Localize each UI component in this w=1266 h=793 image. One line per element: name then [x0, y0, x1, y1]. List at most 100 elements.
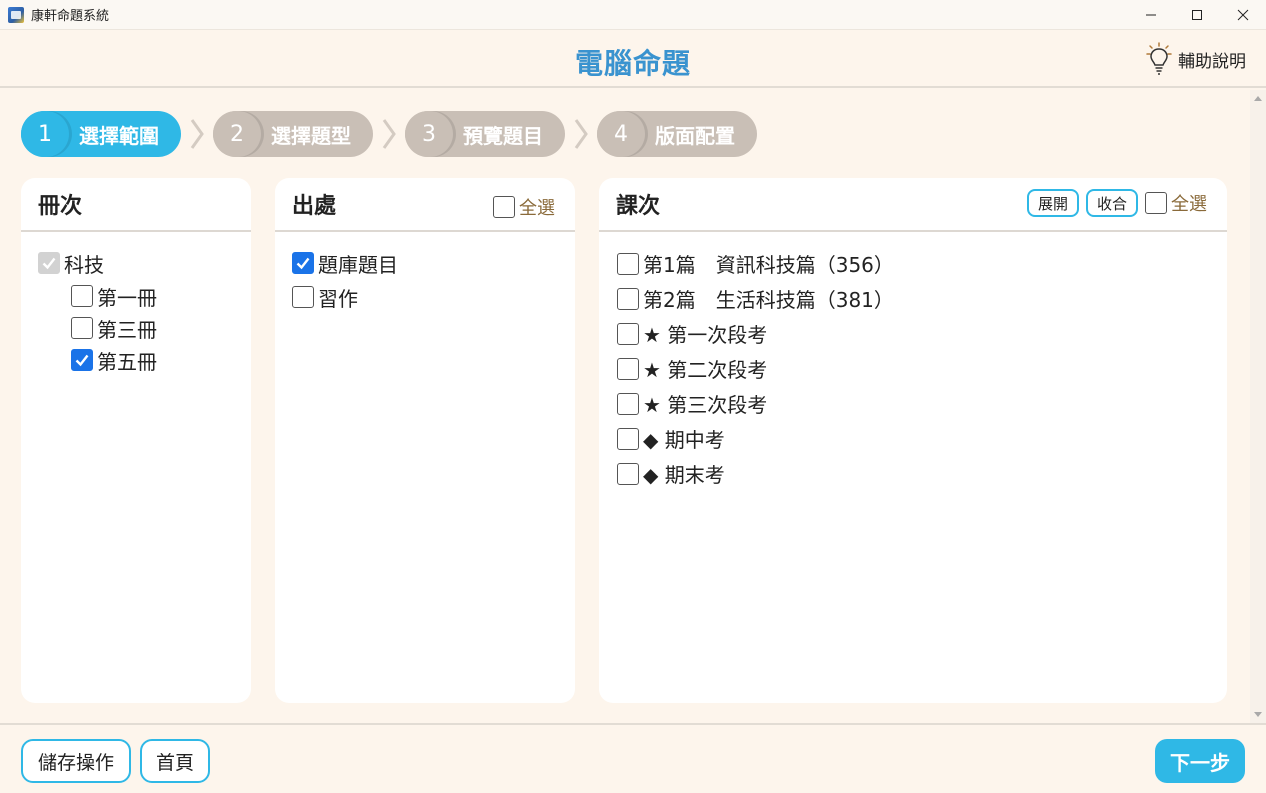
help-label: 輔助說明 [1178, 51, 1246, 72]
step-number: 3 [405, 111, 453, 157]
lesson-panel: 課次 展開 收合 全選 第1篇 資訊科技篇（356） 第2篇 生活科技篇（381… [599, 178, 1227, 703]
save-operation-button[interactable]: 儲存操作 [21, 739, 131, 783]
checkbox-checked[interactable] [71, 349, 93, 371]
lesson-item[interactable]: ★ 第一次段考 [617, 316, 1227, 351]
lesson-item[interactable]: 第2篇 生活科技篇（381） [617, 281, 1227, 316]
app-logo-icon [8, 6, 24, 23]
step-label: 選擇題型 [271, 123, 351, 148]
checkbox[interactable] [617, 462, 639, 485]
panel-header: 課次 展開 收合 全選 [599, 178, 1227, 232]
checkbox[interactable] [71, 285, 93, 307]
window-titlebar: 康軒命題系統 [0, 0, 1266, 30]
chevron-right-icon [181, 111, 213, 157]
step-number: 1 [21, 111, 69, 157]
checkbox-label: ★ 第一次段考 [643, 323, 768, 347]
lesson-item[interactable]: ◆ 期末考 [617, 456, 1227, 491]
select-all-lessons[interactable]: 全選 [1145, 190, 1207, 216]
close-icon [1237, 9, 1249, 21]
checkbox-label: 第三冊 [97, 317, 157, 342]
home-button[interactable]: 首頁 [140, 739, 210, 783]
checkbox-label: 第一冊 [97, 285, 157, 310]
volume-item[interactable]: 第一冊 [38, 280, 251, 312]
next-step-button[interactable]: 下一步 [1155, 739, 1245, 783]
maximize-button[interactable] [1174, 0, 1220, 30]
checkbox-disabled [38, 252, 60, 274]
checkmark-icon [42, 257, 56, 270]
chevron-right-icon [373, 111, 405, 157]
lesson-list: 第1篇 資訊科技篇（356） 第2篇 生活科技篇（381） ★ 第一次段考 ★ … [599, 232, 1227, 491]
select-all-sources[interactable]: 全選 [493, 194, 555, 220]
lesson-item[interactable]: ★ 第三次段考 [617, 386, 1227, 421]
expand-button[interactable]: 展開 [1026, 189, 1079, 217]
source-list: 題庫題目 習作 [275, 232, 575, 314]
panel-header: 冊次 [21, 178, 251, 232]
step-label: 預覽題目 [463, 123, 543, 148]
checkbox-label: 題庫題目 [318, 252, 398, 277]
scroll-up-icon[interactable] [1254, 96, 1262, 101]
step-label: 選擇範圍 [79, 123, 159, 148]
checkmark-icon [75, 354, 89, 367]
window-controls [1128, 0, 1266, 30]
checkbox-label: ★ 第三次段考 [643, 393, 768, 417]
minimize-icon [1146, 14, 1156, 16]
panel-title: 課次 [616, 194, 661, 219]
checkmark-icon [296, 257, 310, 270]
checkbox-label: 第1篇 資訊科技篇（356） [643, 253, 894, 277]
page-footer: 儲存操作 首頁 下一步 [0, 723, 1266, 793]
step-label: 版面配置 [655, 123, 735, 148]
checkbox[interactable] [617, 427, 639, 450]
lightbulb-icon [1146, 42, 1172, 75]
chevron-right-icon [565, 111, 597, 157]
step-select-type[interactable]: 2 選擇題型 [213, 111, 373, 157]
select-all-label: 全選 [1171, 194, 1207, 215]
lesson-item[interactable]: 第1篇 資訊科技篇（356） [617, 246, 1227, 281]
volume-panel: 冊次 科技 第一冊 第三冊 第五冊 [21, 178, 251, 703]
lesson-item[interactable]: ★ 第二次段考 [617, 351, 1227, 386]
collapse-button[interactable]: 收合 [1085, 189, 1138, 217]
panel-header: 出處 全選 [275, 178, 575, 232]
select-all-label: 全選 [519, 198, 555, 219]
window-title: 康軒命題系統 [31, 9, 110, 24]
checkbox[interactable] [71, 317, 93, 339]
step-preview[interactable]: 3 預覽題目 [405, 111, 565, 157]
checkbox[interactable] [292, 286, 314, 308]
minimize-button[interactable] [1128, 0, 1174, 30]
volume-item[interactable]: 第三冊 [38, 312, 251, 344]
checkbox-label: ◆ 期末考 [643, 463, 725, 487]
maximize-icon [1192, 10, 1202, 20]
panel-title: 冊次 [38, 194, 83, 219]
step-number: 4 [597, 111, 645, 157]
checkbox[interactable] [617, 392, 639, 415]
step-layout[interactable]: 4 版面配置 [597, 111, 757, 157]
checkbox-label: ◆ 期中考 [643, 428, 725, 452]
volume-item[interactable]: 第五冊 [38, 344, 251, 376]
checkbox[interactable] [493, 196, 515, 218]
source-item[interactable]: 題庫題目 [292, 246, 575, 280]
step-progress: 1 選擇範圍 2 選擇題型 3 預覽題目 4 版面配置 [21, 111, 757, 157]
source-panel: 出處 全選 題庫題目 習作 [275, 178, 575, 703]
scroll-down-icon[interactable] [1254, 712, 1262, 717]
checkbox-label: 第五冊 [97, 349, 157, 374]
checkbox[interactable] [1145, 192, 1167, 214]
source-item[interactable]: 習作 [292, 280, 575, 314]
checkbox[interactable] [617, 252, 639, 275]
checkbox[interactable] [617, 357, 639, 380]
step-select-range[interactable]: 1 選擇範圍 [21, 111, 181, 157]
lesson-header-controls: 展開 收合 全選 [1026, 189, 1207, 217]
checkbox-label: 科技 [64, 252, 104, 277]
help-button[interactable]: 輔助說明 [1146, 42, 1246, 76]
step-number: 2 [213, 111, 261, 157]
checkbox-checked[interactable] [292, 252, 314, 274]
volume-root-item: 科技 [38, 246, 251, 280]
close-button[interactable] [1220, 0, 1266, 30]
checkbox[interactable] [617, 322, 639, 345]
lesson-item[interactable]: ◆ 期中考 [617, 421, 1227, 456]
checkbox-label: 第2篇 生活科技篇（381） [643, 288, 894, 312]
checkbox-label: ★ 第二次段考 [643, 358, 768, 382]
volume-list: 科技 第一冊 第三冊 第五冊 [21, 232, 251, 376]
checkbox[interactable] [617, 287, 639, 310]
page-title: 電腦命題 [574, 47, 691, 80]
panel-title: 出處 [292, 194, 337, 219]
page-header: 電腦命題 輔助說明 [0, 30, 1266, 88]
vertical-scrollbar[interactable] [1250, 90, 1266, 723]
